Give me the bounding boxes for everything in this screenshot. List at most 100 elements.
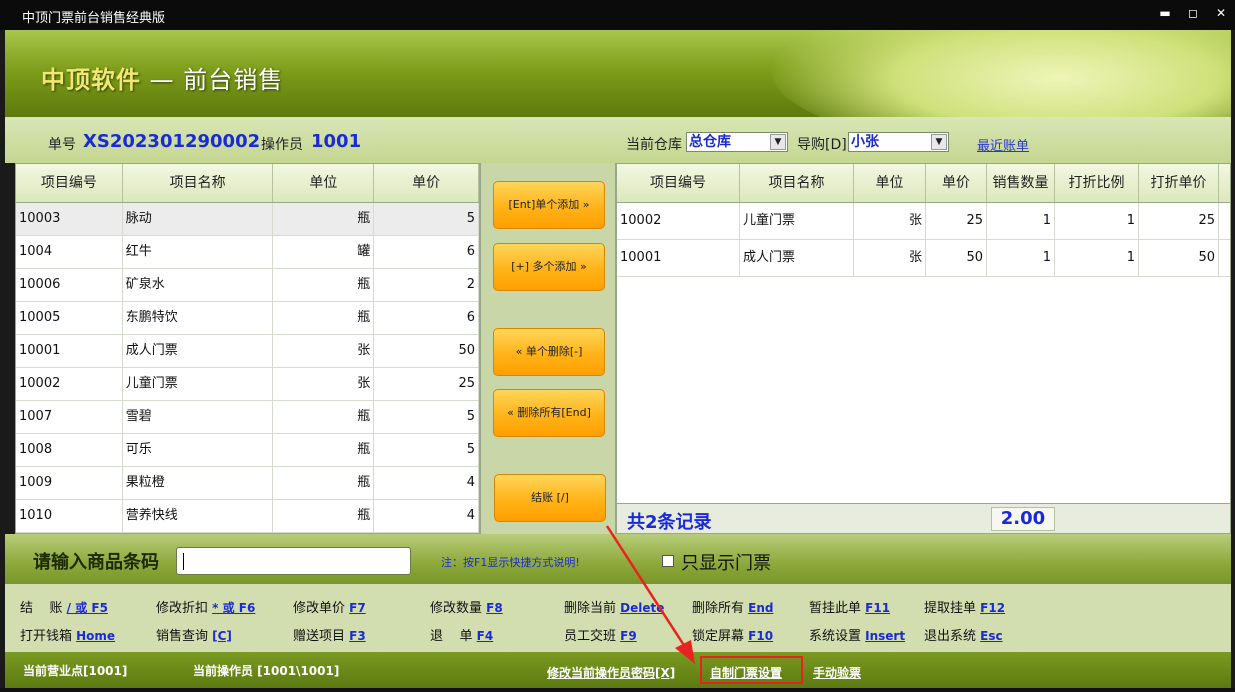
column-header[interactable]: 项目名称 xyxy=(123,164,274,202)
shortcut-item: 提取挂单 F12 xyxy=(924,597,1005,616)
grid-header: 项目编号 项目名称 单位 单价 销售数量 打折比例 打折单价 xyxy=(617,164,1230,203)
table-cell: 1 xyxy=(1055,240,1139,276)
barcode-label: 请输入商品条码 xyxy=(33,552,159,573)
order-number-value: XS202301290002 xyxy=(83,131,261,152)
table-cell: 1004 xyxy=(16,236,123,268)
shortcut-hint: 注：按F1显示快捷方式说明! xyxy=(441,556,580,569)
table-cell: 6 xyxy=(374,236,479,268)
shortcut-key[interactable]: Delete xyxy=(620,601,664,615)
guide-select-value: 小张 xyxy=(851,134,879,150)
shortcut-label: 暂挂此单 xyxy=(809,601,866,616)
add-multiple-button[interactable]: [+] 多个添加 » xyxy=(493,243,605,291)
only-tickets-checkbox[interactable] xyxy=(662,555,674,567)
column-header[interactable]: 销售数量 xyxy=(987,164,1055,202)
table-cell: 瓶 xyxy=(273,467,375,499)
delete-all-button[interactable]: « 删除所有[End] xyxy=(493,389,605,437)
window-frame-bottom xyxy=(0,688,1235,692)
table-cell: 1009 xyxy=(16,467,123,499)
column-header[interactable]: 项目编号 xyxy=(617,164,740,202)
table-row[interactable]: 10002 儿童门票张 25 1 1 25 xyxy=(617,203,1230,240)
table-cell: 5 xyxy=(374,401,479,433)
table-cell: 1008 xyxy=(16,434,123,466)
shortcut-key[interactable]: F11 xyxy=(865,601,890,615)
table-cell: 果粒橙 xyxy=(123,467,274,499)
shortcut-key[interactable]: Home xyxy=(76,629,115,643)
column-header[interactable]: 单位 xyxy=(854,164,926,202)
column-header[interactable]: 单价 xyxy=(374,164,479,202)
record-count: 共2条记录 xyxy=(627,512,712,533)
table-row[interactable]: 10001 成人门票张 50 xyxy=(16,335,479,368)
minimize-icon[interactable]: ▬ xyxy=(1157,6,1173,20)
column-header[interactable]: 单位 xyxy=(273,164,375,202)
transfer-button-column: [Ent]单个添加 » [+] 多个添加 » « 单个删除[-] « 删除所有[… xyxy=(480,163,616,534)
shortcut-item: 退出系统 Esc xyxy=(924,625,1003,644)
table-row[interactable]: 1010 营养快线瓶 4 xyxy=(16,500,479,533)
table-cell: 脉动 xyxy=(123,203,274,235)
sales-list-grid[interactable]: 项目编号 项目名称 单位 单价 销售数量 打折比例 打折单价 10002 儿童门票张 25 1 1 25… xyxy=(616,163,1231,504)
column-header[interactable]: 打折单价 xyxy=(1139,164,1219,202)
warehouse-select[interactable]: 总仓库 ▼ xyxy=(686,132,788,152)
order-number-label: 单号 xyxy=(48,137,76,153)
table-row[interactable]: 10005 东鹏特饮瓶 6 xyxy=(16,302,479,335)
table-cell: 矿泉水 xyxy=(123,269,274,301)
barcode-input[interactable] xyxy=(176,547,411,575)
close-icon[interactable]: ✕ xyxy=(1213,6,1229,20)
shortcut-key[interactable]: [C] xyxy=(212,629,232,643)
shortcut-key[interactable]: * 或 F6 xyxy=(212,601,255,615)
shortcut-key[interactable]: F4 xyxy=(477,629,494,643)
maximize-icon[interactable]: ◻ xyxy=(1185,6,1201,20)
shortcut-key[interactable]: Insert xyxy=(865,629,905,643)
table-cell: 瓶 xyxy=(273,269,375,301)
logo-separator: — xyxy=(141,66,184,94)
shortcut-key[interactable]: F7 xyxy=(349,601,366,615)
table-row[interactable]: 1004 红牛罐 6 xyxy=(16,236,479,269)
chevron-down-icon[interactable]: ▼ xyxy=(931,134,947,150)
column-header[interactable]: 项目名称 xyxy=(740,164,854,202)
shortcut-label: 提取挂单 xyxy=(924,601,981,616)
shortcut-label: 退出系统 xyxy=(924,629,981,644)
recent-bills-link[interactable]: 最近账单 xyxy=(977,135,1029,154)
table-cell: 10005 xyxy=(16,302,123,334)
shortcut-key[interactable]: / 或 F5 xyxy=(67,601,108,615)
chevron-down-icon[interactable]: ▼ xyxy=(770,134,786,150)
add-single-button[interactable]: [Ent]单个添加 » xyxy=(493,181,605,229)
banner-decoration xyxy=(771,30,1231,117)
table-cell: 张 xyxy=(273,368,375,400)
shortcut-key[interactable]: F3 xyxy=(349,629,366,643)
shortcut-item: 销售查询 [C] xyxy=(156,625,232,644)
shortcut-key[interactable]: Esc xyxy=(980,629,1002,643)
shortcut-item: 打开钱箱 Home xyxy=(20,625,115,644)
table-row[interactable]: 10003 脉动瓶 5 xyxy=(16,203,479,236)
table-cell: 50 xyxy=(1139,240,1219,276)
grid-header: 项目编号 项目名称 单位 单价 xyxy=(16,164,479,203)
shortcut-key[interactable]: F12 xyxy=(980,601,1005,615)
shortcut-item: 修改单价 F7 xyxy=(293,597,366,616)
table-row[interactable]: 10002 儿童门票张 25 xyxy=(16,368,479,401)
table-row[interactable]: 10006 矿泉水瓶 2 xyxy=(16,269,479,302)
change-password-link[interactable]: 修改当前操作员密码[X] xyxy=(547,664,675,681)
shortcut-item: 赠送项目 F3 xyxy=(293,625,366,644)
ticket-settings-link[interactable]: 自制门票设置 xyxy=(710,664,782,681)
table-row[interactable]: 1008 可乐瓶 5 xyxy=(16,434,479,467)
delete-single-button[interactable]: « 单个删除[-] xyxy=(493,328,605,376)
table-row[interactable]: 1009 果粒橙瓶 4 xyxy=(16,467,479,500)
shortcut-key[interactable]: F10 xyxy=(748,629,773,643)
manual-check-link[interactable]: 手动验票 xyxy=(813,664,861,681)
guide-select[interactable]: 小张 ▼ xyxy=(848,132,949,152)
shortcut-item: 结 账 / 或 F5 xyxy=(20,597,108,616)
shortcut-label: 删除当前 xyxy=(564,601,621,616)
shortcut-label: 打开钱箱 xyxy=(20,629,77,644)
barcode-band: 请输入商品条码 注：按F1显示快捷方式说明! 只显示门票 xyxy=(5,534,1231,584)
shortcut-key[interactable]: F8 xyxy=(486,601,503,615)
column-header[interactable]: 项目编号 xyxy=(16,164,123,202)
table-row[interactable]: 1007 雪碧瓶 5 xyxy=(16,401,479,434)
shortcut-key[interactable]: F9 xyxy=(620,629,637,643)
only-tickets-label[interactable]: 只显示门票 xyxy=(681,549,771,575)
column-header[interactable]: 打折比例 xyxy=(1055,164,1139,202)
column-header[interactable]: 单价 xyxy=(926,164,987,202)
product-list-grid[interactable]: 项目编号 项目名称 单位 单价 10003 脉动瓶 5 1004 红牛罐 6 10006 矿泉水瓶 2 1… xyxy=(15,163,480,534)
shortcut-key[interactable]: End xyxy=(748,601,773,615)
checkout-button[interactable]: 结账 [/] xyxy=(494,474,606,522)
shortcut-item: 员工交班 F9 xyxy=(564,625,637,644)
table-row[interactable]: 10001 成人门票张 50 1 1 50 xyxy=(617,240,1230,277)
